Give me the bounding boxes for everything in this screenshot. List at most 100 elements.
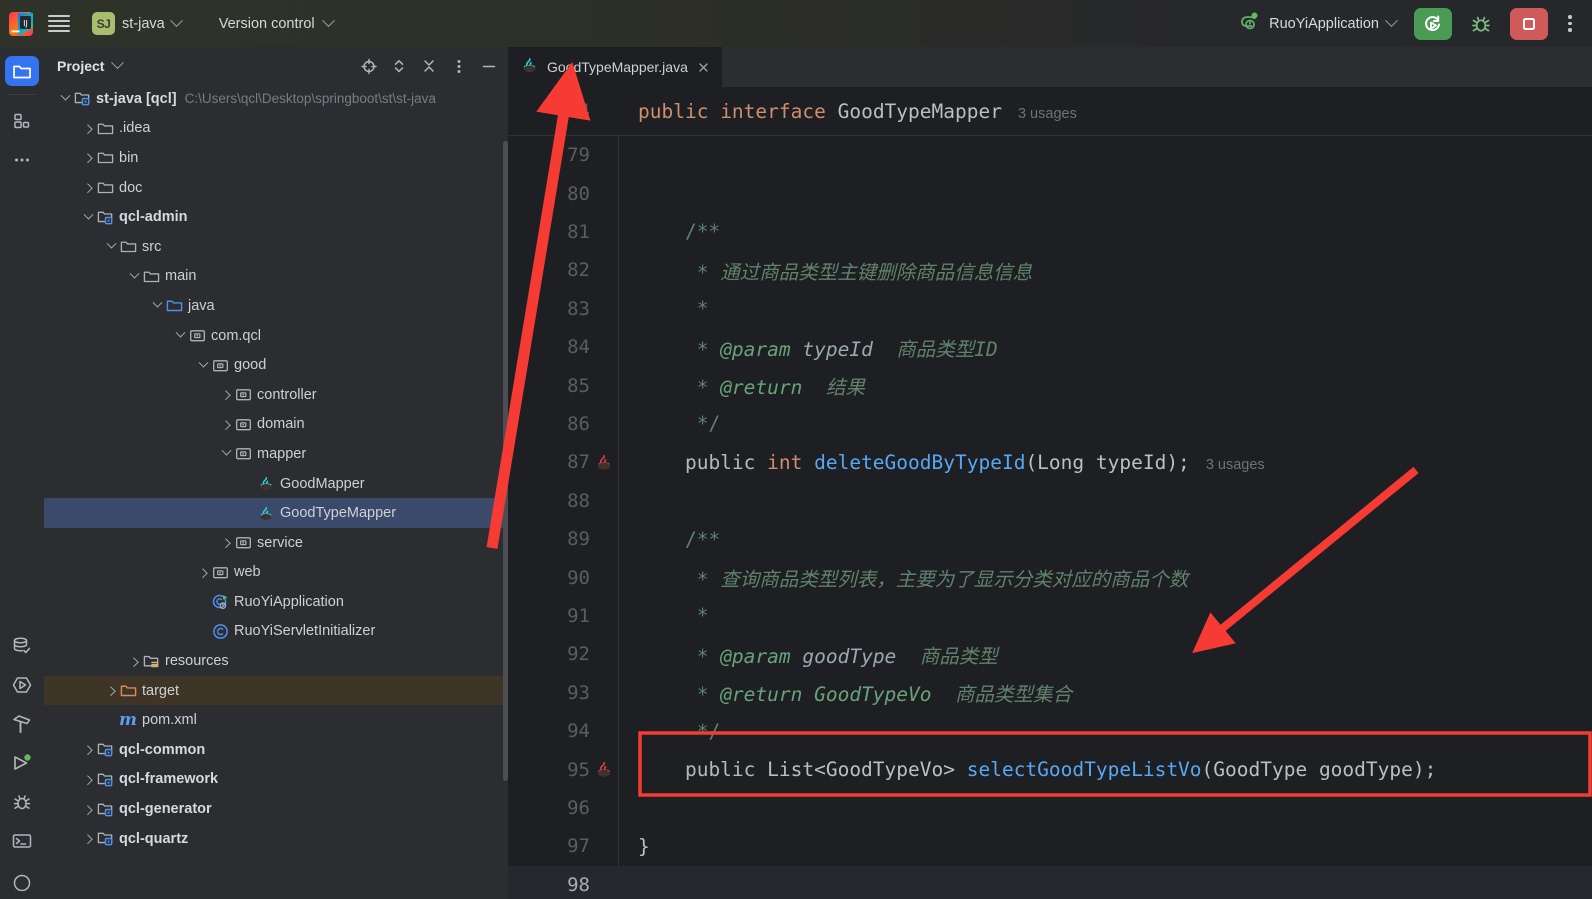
tree-node-src[interactable]: src [44, 232, 508, 262]
project-tree[interactable]: st-java [qcl]C:\Users\qcl\Desktop\spring… [44, 84, 508, 853]
chevron-right-icon[interactable] [81, 121, 96, 136]
code-line[interactable]: 85 * @return 结果 [508, 366, 1592, 404]
code-line[interactable]: 92 * @param goodType 商品类型 [508, 635, 1592, 673]
chevron-right-icon[interactable] [81, 150, 96, 165]
sidebar-item-run[interactable] [5, 748, 39, 778]
tree-node-domain[interactable]: domain [44, 410, 508, 440]
tree-node-pom-xml[interactable]: mpom.xml [44, 705, 508, 735]
code-line[interactable]: 87 public int deleteGoodByTypeId(Long ty… [508, 443, 1592, 481]
tree-node-qcl-common[interactable]: qcl-common [44, 735, 508, 765]
chevron-down-icon[interactable] [196, 358, 211, 373]
chevron-right-icon[interactable] [104, 683, 119, 698]
sidebar-item-build[interactable] [5, 709, 39, 739]
code-editor[interactable]: 798081 /**82 * 通过商品类型主键删除商品信息信息83 *84 * … [508, 87, 1592, 899]
code-line[interactable]: 88 [508, 482, 1592, 520]
tree-node-doc[interactable]: doc [44, 173, 508, 203]
code-line[interactable]: 83 * [508, 290, 1592, 328]
chevron-right-icon[interactable] [196, 565, 211, 580]
java-interface-icon[interactable] [590, 760, 618, 779]
chevron-right-icon[interactable] [81, 772, 96, 787]
tree-node-target[interactable]: target [44, 676, 508, 706]
chevron-right-icon[interactable] [81, 831, 96, 846]
tree-node-qcl-admin[interactable]: qcl-admin [44, 202, 508, 232]
module-folder-icon [97, 771, 114, 788]
tree-node-web[interactable]: web [44, 558, 508, 588]
tree-node-qcl-generator[interactable]: qcl-generator [44, 794, 508, 824]
chevron-right-icon[interactable] [81, 180, 96, 195]
chevron-down-icon[interactable] [173, 328, 188, 343]
chevron-right-icon[interactable] [127, 654, 142, 669]
code-line[interactable]: 93 * @return GoodTypeVo 商品类型集合 [508, 674, 1592, 712]
hide-tool-window-button[interactable] [476, 53, 502, 79]
tree-node-ruoyiservletinitializer[interactable]: RuoYiServletInitializer [44, 617, 508, 647]
collapse-all-button[interactable] [416, 53, 442, 79]
expand-collapse-button[interactable] [386, 53, 412, 79]
chevron-right-icon[interactable] [219, 417, 234, 432]
run-configuration-selector[interactable]: RuoYiApplication [1231, 6, 1404, 41]
project-selector[interactable]: SJ st-java [88, 9, 189, 38]
sidebar-item-terminal[interactable] [5, 826, 39, 856]
select-opened-file-button[interactable] [356, 53, 382, 79]
chevron-right-icon[interactable] [81, 742, 96, 757]
chevron-down-icon[interactable] [127, 269, 142, 284]
tree-node-resources[interactable]: resources [44, 646, 508, 676]
debug-button[interactable] [1462, 8, 1500, 40]
chevron-right-icon[interactable] [219, 387, 234, 402]
java-interface-icon[interactable] [590, 453, 618, 472]
tree-node-service[interactable]: service [44, 528, 508, 558]
chevron-down-icon[interactable] [81, 210, 96, 225]
chevron-down-icon[interactable] [104, 239, 119, 254]
sidebar-item-database[interactable] [5, 631, 39, 661]
code-line[interactable]: 95 public List<GoodTypeVo> selectGoodTyp… [508, 750, 1592, 788]
sidebar-item-more[interactable] [5, 145, 39, 175]
tree-node-good[interactable]: good [44, 350, 508, 380]
chevron-down-icon[interactable] [219, 446, 234, 461]
close-icon[interactable] [696, 60, 711, 75]
tab-goodtypemapper-java[interactable]: GoodTypeMapper.java [508, 47, 722, 87]
tree-node-main[interactable]: main [44, 262, 508, 292]
rerun-button[interactable] [1414, 8, 1452, 40]
version-control-menu[interactable]: Version control [211, 13, 341, 35]
tree-node-qcl-quartz[interactable]: qcl-quartz [44, 824, 508, 854]
code-line[interactable]: 96 [508, 789, 1592, 827]
tree-node-mapper[interactable]: mapper [44, 439, 508, 469]
chevron-down-icon[interactable] [58, 91, 73, 106]
tree-node-java[interactable]: java [44, 291, 508, 321]
code-line[interactable]: 84 * @param typeId 商品类型ID [508, 328, 1592, 366]
code-line[interactable]: 90 * 查询商品类型列表，主要为了显示分类对应的商品个数 [508, 558, 1592, 596]
project-options-button[interactable] [446, 53, 472, 79]
code-line[interactable]: 79 [508, 136, 1592, 174]
code-line[interactable]: 98 [508, 866, 1592, 899]
tree-node-qcl-framework[interactable]: qcl-framework [44, 765, 508, 795]
sidebar-item-extra[interactable] [5, 865, 39, 895]
tree-node-com-qcl[interactable]: com.qcl [44, 321, 508, 351]
chevron-right-icon[interactable] [219, 535, 234, 550]
tree-node-idea[interactable]: .idea [44, 114, 508, 144]
chevron-down-icon[interactable] [112, 56, 125, 69]
tree-node-ruoyiapplication[interactable]: RuoYiApplication [44, 587, 508, 617]
tree-node-goodtypemapper[interactable]: GoodTypeMapper [44, 498, 508, 528]
tree-node-st-java-qcl[interactable]: st-java [qcl]C:\Users\qcl\Desktop\spring… [44, 84, 508, 114]
sidebar-item-debug[interactable] [5, 787, 39, 817]
tree-node-label: GoodTypeMapper [280, 505, 396, 521]
sidebar-item-project[interactable] [5, 56, 39, 86]
code-line[interactable]: 82 * 通过商品类型主键删除商品信息信息 [508, 251, 1592, 289]
stop-button[interactable] [1510, 8, 1548, 40]
hamburger-menu-icon[interactable] [46, 11, 72, 37]
toolbar-more-button[interactable] [1558, 8, 1582, 40]
tree-node-bin[interactable]: bin [44, 143, 508, 173]
code-line[interactable]: 94 */ [508, 712, 1592, 750]
code-line[interactable]: 80 [508, 174, 1592, 212]
code-line[interactable]: 91 * [508, 597, 1592, 635]
code-line[interactable]: 89 /** [508, 520, 1592, 558]
sticky-declaration-line[interactable]: 14 public interface GoodTypeMapper3 usag… [508, 87, 1592, 136]
sidebar-item-structure[interactable] [5, 106, 39, 136]
chevron-right-icon[interactable] [81, 802, 96, 817]
code-line[interactable]: 86 */ [508, 405, 1592, 443]
tree-node-goodmapper[interactable]: GoodMapper [44, 469, 508, 499]
sidebar-item-coverage[interactable] [5, 670, 39, 700]
code-line[interactable]: 81 /** [508, 213, 1592, 251]
code-line[interactable]: 97} [508, 827, 1592, 865]
chevron-down-icon[interactable] [150, 298, 165, 313]
tree-node-controller[interactable]: controller [44, 380, 508, 410]
